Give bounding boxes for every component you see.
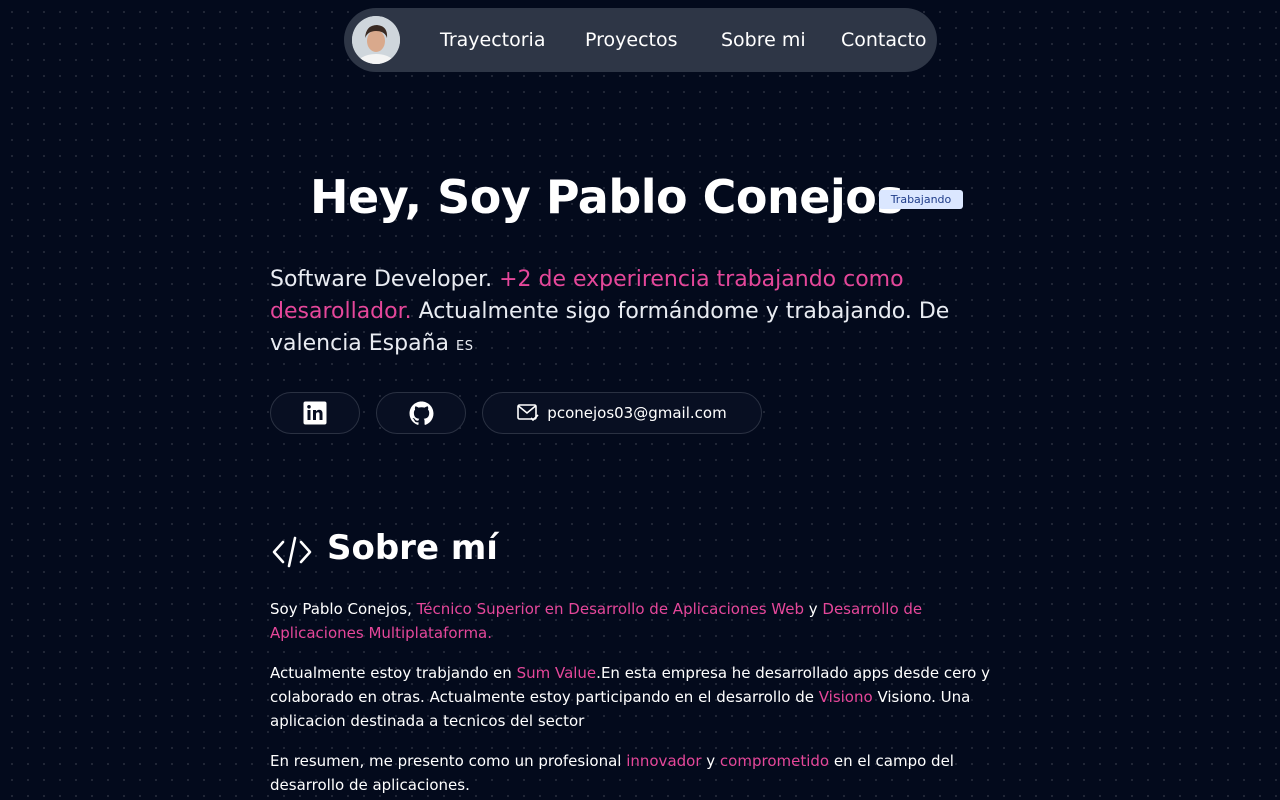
email-address: pconejos03@gmail.com xyxy=(547,404,727,422)
status-badge: Trabajando xyxy=(879,190,963,209)
top-navigation: Trayectoria Proyectos Sobre mi Contacto xyxy=(344,8,937,72)
about-text: En resumen, me presento como un profesio… xyxy=(270,752,627,770)
code-icon xyxy=(272,536,312,568)
nav-link-trayectoria[interactable]: Trayectoria xyxy=(440,8,545,72)
about-highlight: innovador xyxy=(626,752,702,770)
intro-text: Software Developer. xyxy=(270,267,500,292)
email-button[interactable]: pconejos03@gmail.com xyxy=(482,392,762,434)
about-highlight: Visiono xyxy=(818,688,873,706)
github-icon xyxy=(409,401,433,425)
linkedin-icon xyxy=(303,401,327,425)
avatar-image xyxy=(352,16,400,64)
github-button[interactable] xyxy=(376,392,466,434)
section-title-sobre-mi: Sobre mí xyxy=(327,528,498,568)
about-highlight: Sum Value xyxy=(516,664,597,682)
mail-icon xyxy=(517,404,539,422)
about-paragraph-2: Actualmente estoy trabjando en Sum Value… xyxy=(270,661,990,733)
about-highlight: comprometido xyxy=(719,752,830,770)
nav-link-proyectos[interactable]: Proyectos xyxy=(585,8,678,72)
spain-flag: ES xyxy=(456,339,474,354)
avatar[interactable] xyxy=(352,16,400,64)
nav-link-contacto[interactable]: Contacto xyxy=(841,8,927,72)
linkedin-button[interactable] xyxy=(270,392,360,434)
about-text: Actualmente estoy trabjando en xyxy=(270,664,517,682)
hero-title: Hey, Soy Pablo Conejos xyxy=(310,170,904,224)
about-highlight: Técnico Superior en Desarrollo de Aplica… xyxy=(416,600,804,618)
about-text: Soy Pablo Conejos, xyxy=(270,600,417,618)
about-paragraph-1: Soy Pablo Conejos, Técnico Superior en D… xyxy=(270,597,990,645)
about-text: y xyxy=(803,600,823,618)
nav-link-sobre-mi[interactable]: Sobre mi xyxy=(721,8,806,72)
about-paragraph-3: En resumen, me presento como un profesio… xyxy=(270,749,990,797)
hero-intro: Software Developer. +2 de experirencia t… xyxy=(270,264,980,363)
about-text: y xyxy=(701,752,720,770)
